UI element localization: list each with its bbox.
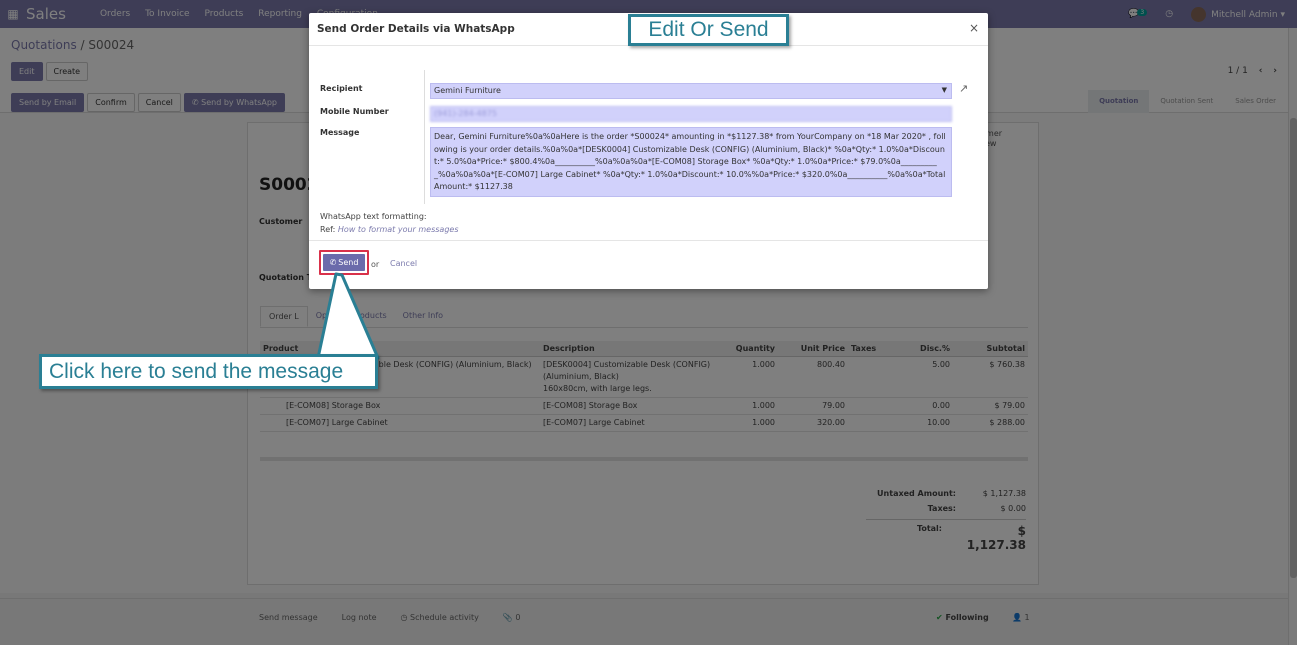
cancel-link[interactable]: Cancel	[390, 259, 417, 268]
label-divider	[424, 70, 425, 204]
dialog-footer: ✆ Send or Cancel	[309, 240, 988, 289]
dialog-body: Recipient Mobile Number Message Gemini F…	[309, 46, 988, 240]
whatsapp-icon: ✆	[329, 258, 337, 267]
or-text: or	[371, 260, 380, 269]
dialog-title: Send Order Details via WhatsApp	[317, 23, 515, 35]
message-label: Message	[320, 128, 360, 137]
send-button[interactable]: ✆ Send	[319, 250, 369, 275]
edit-or-send-callout: Edit Or Send	[628, 14, 789, 46]
mobile-number-label: Mobile Number	[320, 107, 389, 116]
recipient-label: Recipient	[320, 84, 363, 93]
mobile-number-input[interactable]: (941)-284-4875	[430, 106, 952, 122]
recipient-select[interactable]: Gemini Furniture ▼	[430, 83, 952, 99]
send-button-inner: ✆ Send	[323, 254, 365, 271]
ref-label: Ref:	[320, 224, 336, 234]
close-icon[interactable]: ×	[969, 21, 979, 35]
send-label: Send	[338, 258, 359, 267]
recipient-value: Gemini Furniture	[434, 86, 501, 95]
whatsapp-dialog: Send Order Details via WhatsApp × Recipi…	[309, 13, 988, 289]
caret-down-icon: ▼	[941, 86, 947, 94]
external-link-icon[interactable]: ↗	[959, 82, 968, 95]
formatting-label: WhatsApp text formatting:	[320, 212, 427, 221]
message-textarea[interactable]: Dear, Gemini Furniture%0a%0aHere is the …	[430, 127, 952, 197]
format-messages-link[interactable]: How to format your messages	[338, 225, 459, 234]
send-message-callout: Click here to send the message	[39, 354, 378, 389]
formatting-ref: Ref: How to format your messages	[320, 224, 459, 237]
formatting-help: WhatsApp text formatting: Ref: How to fo…	[320, 211, 459, 236]
